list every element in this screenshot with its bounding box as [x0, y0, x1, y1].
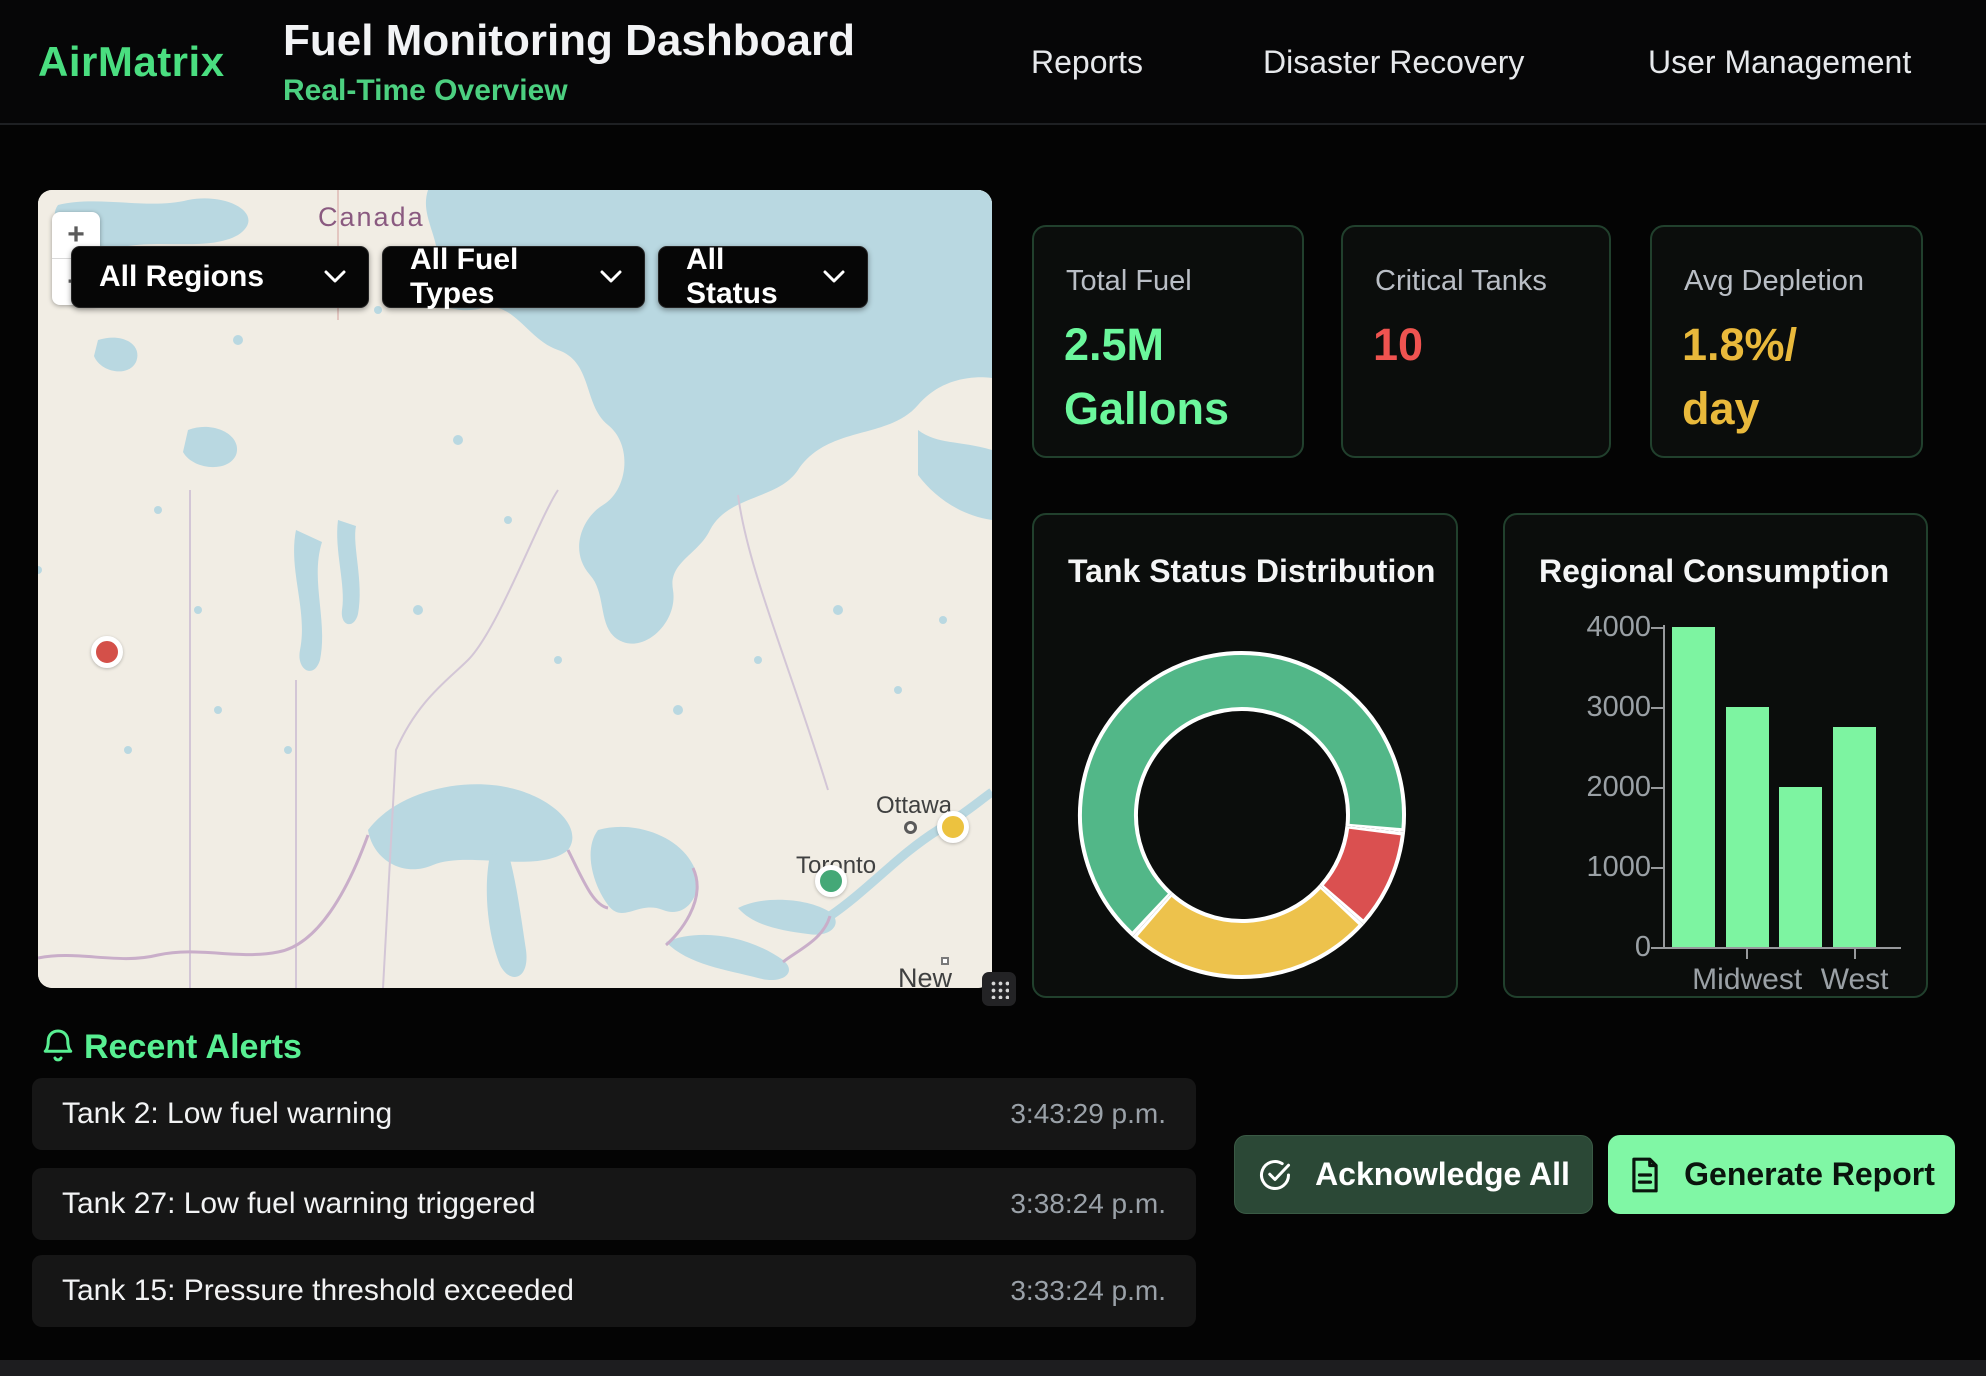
- brand-logo: AirMatrix: [38, 38, 225, 86]
- region-filter-value: All Regions: [99, 260, 264, 294]
- dashboard: AirMatrix Fuel Monitoring Dashboard Real…: [0, 0, 1986, 1376]
- generate-report-button[interactable]: Generate Report: [1608, 1135, 1955, 1214]
- map-country-label: Canada: [318, 202, 425, 233]
- regional-consumption-card: Regional Consumption 01000200030004000Mi…: [1503, 513, 1928, 998]
- bottom-strip: [0, 1360, 1986, 1376]
- nav-user-management[interactable]: User Management: [1648, 44, 1911, 81]
- alert-timestamp: 3:38:24 p.m.: [1010, 1188, 1166, 1220]
- stat-value: 10: [1373, 313, 1423, 377]
- stat-card: Total Fuel 2.5MGallons: [1032, 225, 1304, 458]
- fuel-type-filter-value: All Fuel Types: [410, 243, 582, 311]
- page-subtitle: Real-Time Overview: [283, 74, 568, 108]
- stat-card: Avg Depletion 1.8%/day: [1650, 225, 1923, 458]
- tank-marker-warning[interactable]: [937, 811, 969, 843]
- alerts-heading: Recent Alerts: [84, 1028, 302, 1067]
- tank-marker-normal[interactable]: [815, 865, 847, 897]
- header: AirMatrix Fuel Monitoring Dashboard Real…: [0, 0, 1986, 125]
- nav-reports[interactable]: Reports: [1031, 44, 1143, 81]
- tank-marker-critical[interactable]: [91, 636, 123, 668]
- map-filter-bar: All Regions All Fuel Types All Status: [71, 246, 868, 308]
- chevron-down-icon: [324, 270, 346, 284]
- nav-disaster-recovery[interactable]: Disaster Recovery: [1263, 44, 1524, 81]
- region-filter-dropdown[interactable]: All Regions: [71, 246, 369, 308]
- page-title: Fuel Monitoring Dashboard: [283, 16, 855, 66]
- alert-message: Tank 15: Pressure threshold exceeded: [62, 1274, 574, 1308]
- map-city-label-newyork: New York: [898, 963, 992, 988]
- grip-dots-icon: [989, 979, 1009, 999]
- alert-timestamp: 3:33:24 p.m.: [1010, 1275, 1166, 1307]
- check-circle-icon: [1257, 1157, 1293, 1193]
- alert-list-item: Tank 15: Pressure threshold exceeded 3:3…: [32, 1255, 1196, 1327]
- alert-message: Tank 2: Low fuel warning: [62, 1097, 392, 1131]
- tank-status-donut-chart: [1034, 515, 1460, 1000]
- status-filter-dropdown[interactable]: All Status: [658, 246, 868, 308]
- acknowledge-all-button[interactable]: Acknowledge All: [1234, 1135, 1593, 1214]
- alert-list-item: Tank 27: Low fuel warning triggered 3:38…: [32, 1168, 1196, 1240]
- stat-label: Avg Depletion: [1684, 265, 1864, 298]
- generate-report-label: Generate Report: [1684, 1156, 1935, 1193]
- report-file-icon: [1628, 1156, 1662, 1194]
- acknowledge-all-label: Acknowledge All: [1315, 1156, 1570, 1193]
- stat-value: 2.5MGallons: [1064, 313, 1229, 441]
- stat-value: 1.8%/day: [1682, 313, 1797, 441]
- ottawa-town-icon: [904, 821, 917, 834]
- stat-label: Critical Tanks: [1375, 265, 1547, 298]
- stat-label: Total Fuel: [1066, 265, 1192, 298]
- tank-status-card: Tank Status Distribution: [1032, 513, 1458, 998]
- bell-icon: [40, 1026, 76, 1066]
- stat-card: Critical Tanks 10: [1341, 225, 1611, 458]
- regional-consumption-bar-chart: 01000200030004000MidwestWest: [1505, 515, 1930, 1000]
- fuel-map[interactable]: Canada Ottawa Toronto New York + − All R…: [38, 190, 992, 988]
- alert-message: Tank 27: Low fuel warning triggered: [62, 1187, 536, 1221]
- alert-timestamp: 3:43:29 p.m.: [1010, 1098, 1166, 1130]
- chevron-down-icon: [823, 270, 845, 284]
- map-resize-handle[interactable]: [982, 972, 1016, 1006]
- fuel-type-filter-dropdown[interactable]: All Fuel Types: [382, 246, 645, 308]
- status-filter-value: All Status: [686, 243, 805, 311]
- alert-list-item: Tank 2: Low fuel warning 3:43:29 p.m.: [32, 1078, 1196, 1150]
- chevron-down-icon: [600, 270, 622, 284]
